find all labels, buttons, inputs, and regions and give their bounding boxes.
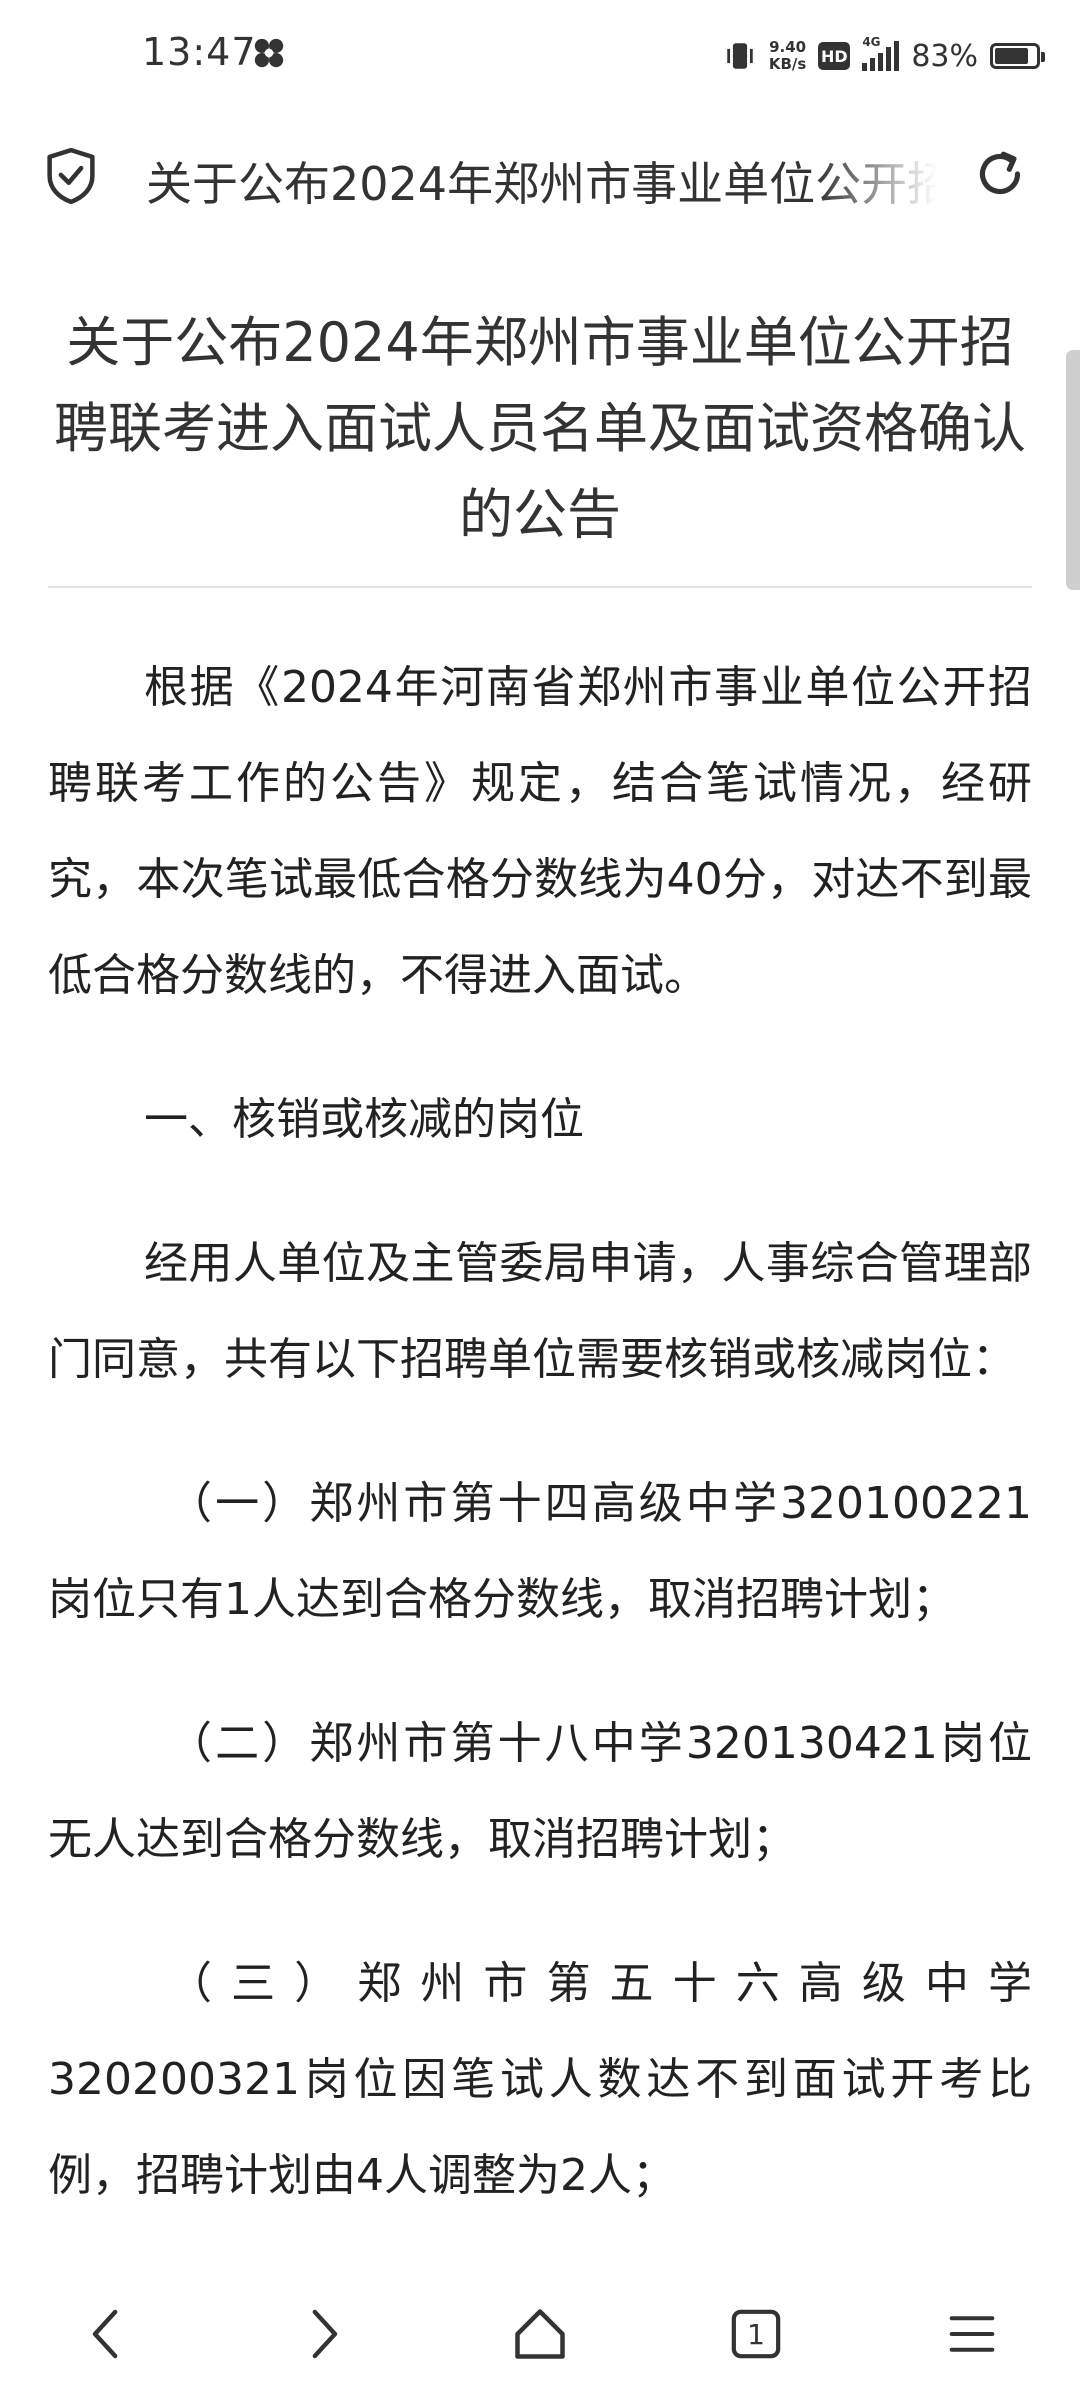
address-title[interactable]: 关于公布2024年郑州市事业单位公开招聘联考进入面试人员名单及面试资格确认的公告 xyxy=(146,148,936,214)
article-content: 关于公布2024年郑州市事业单位公开招聘联考进入面试人员名单及面试资格确认的公告… xyxy=(48,300,1032,2224)
article-title: 关于公布2024年郑州市事业单位公开招聘联考进入面试人员名单及面试资格确认的公告 xyxy=(54,311,1026,546)
network-type: 4G xyxy=(862,35,881,49)
section-heading: 一、核销或核减的岗位 xyxy=(144,1094,584,1145)
pinwheel-icon xyxy=(254,38,284,68)
signal-icon: 4G xyxy=(862,35,900,71)
list-item: （二）郑州市第十八中学320130421岗位无人达到合格分数线，取消招聘计划； xyxy=(48,1718,1032,1865)
tab-count: 1 xyxy=(747,2317,765,2351)
scrollbar-thumb[interactable] xyxy=(1066,350,1080,590)
tabs-button[interactable]: 1 xyxy=(716,2294,796,2374)
article-paragraph: 经用人单位及主管委局申请，人事综合管理部门同意，共有以下招聘单位需要核销或核减岗… xyxy=(48,1238,1032,1385)
network-speed: 9.40 KB/s xyxy=(769,39,806,73)
menu-button[interactable] xyxy=(932,2294,1012,2374)
battery-percent: 83% xyxy=(911,38,978,74)
hd-icon: HD xyxy=(818,42,851,70)
status-icons: 9.40 KB/s HD 4G 83% xyxy=(723,30,1045,82)
list-item: （三）郑州市第五十六高级中学320200321岗位因笔试人数达不到面试开考比例，… xyxy=(48,1958,1032,2201)
status-bar: 13:47 9.40 KB/s HD 4G 83% xyxy=(0,0,1080,110)
reload-icon[interactable] xyxy=(972,146,1028,202)
address-bar[interactable]: 关于公布2024年郑州市事业单位公开招聘联考进入面试人员名单及面试资格确认的公告 xyxy=(0,130,1080,230)
home-button[interactable] xyxy=(500,2294,580,2374)
home-icon xyxy=(515,2309,565,2359)
forward-button[interactable] xyxy=(284,2294,364,2374)
browser-screen: 13:47 9.40 KB/s HD 4G 83% 关于公布2024年郑州市事业… xyxy=(0,0,1080,2400)
forward-icon xyxy=(312,2309,338,2359)
back-button[interactable] xyxy=(66,2294,146,2374)
net-speed-unit: KB/s xyxy=(768,55,807,73)
shield-check-icon[interactable] xyxy=(44,146,98,206)
menu-icon xyxy=(949,2316,995,2352)
status-time: 13:47 xyxy=(142,30,257,74)
article-paragraph: 根据《2024年河南省郑州市事业单位公开招聘联考工作的公告》规定，结合笔试情况，… xyxy=(48,662,1032,1001)
list-item: （一）郑州市第十四高级中学320100221岗位只有1人达到合格分数线，取消招聘… xyxy=(48,1478,1032,1625)
battery-icon xyxy=(990,43,1045,69)
net-speed-value: 9.40 xyxy=(769,38,807,56)
vibrate-icon xyxy=(727,43,753,69)
bottom-fade xyxy=(0,2240,1080,2276)
back-icon xyxy=(92,2309,118,2359)
bottom-navigation: 1 xyxy=(0,2276,1080,2400)
